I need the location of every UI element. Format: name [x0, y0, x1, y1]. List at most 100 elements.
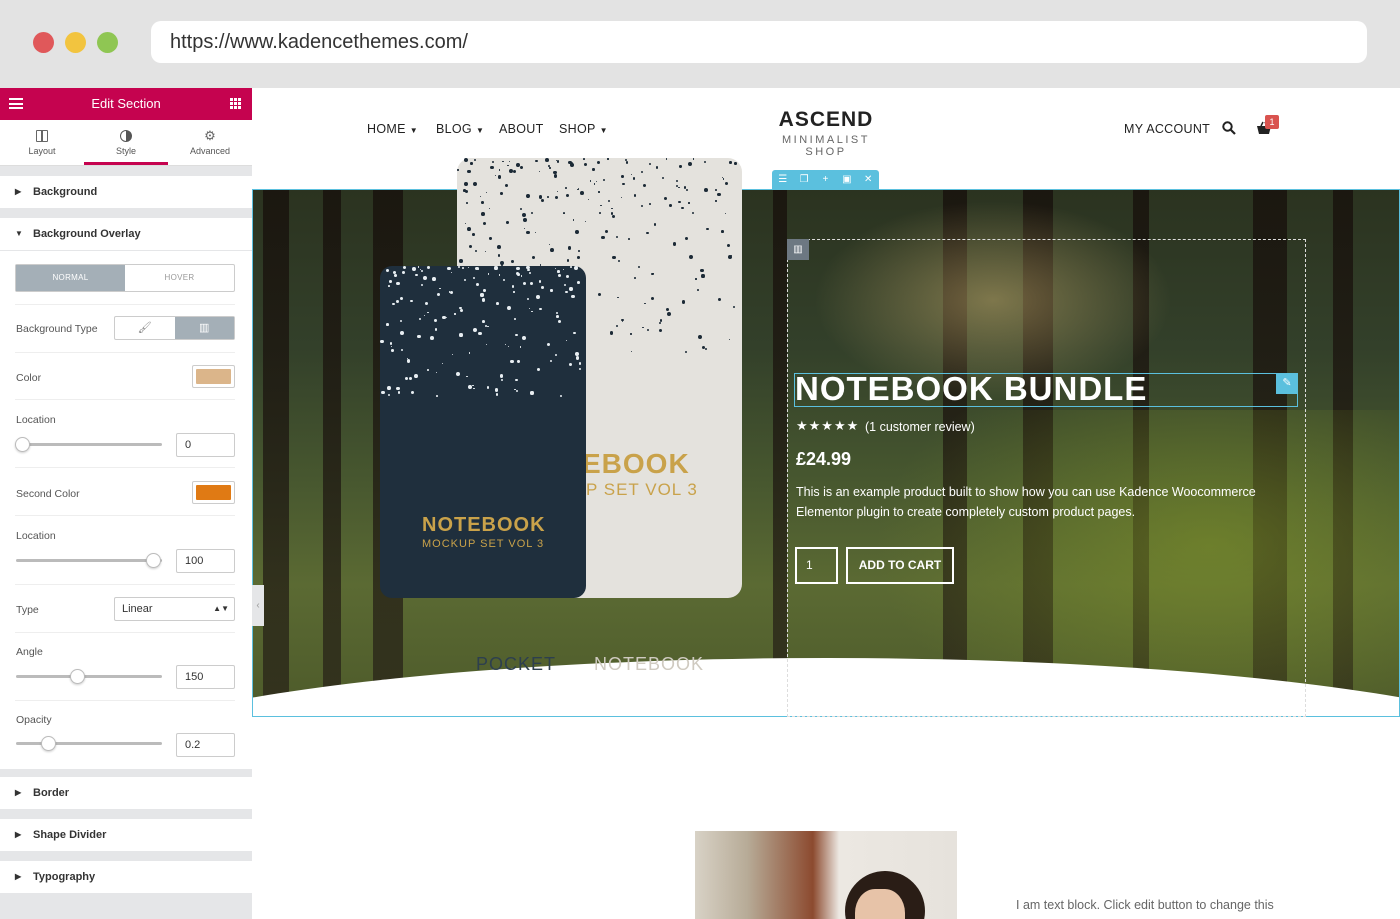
divider	[15, 467, 235, 468]
color-label: Color	[16, 372, 42, 384]
opacity-label: Opacity	[16, 714, 52, 726]
maximize-window-button[interactable]	[97, 32, 118, 53]
review-link[interactable]: (1 customer review)	[865, 420, 975, 434]
state-toggle: NORMAL HOVER	[15, 264, 235, 292]
gradient-icon[interactable]: ▥	[174, 317, 234, 339]
speckle-dot	[565, 291, 568, 294]
nav-my-account[interactable]: MY ACCOUNT	[1124, 122, 1210, 136]
speckle-dot	[557, 270, 560, 273]
minimize-window-button[interactable]	[65, 32, 86, 53]
speckle-dot	[631, 351, 633, 353]
type-select[interactable]: Linear ▲▼	[114, 597, 235, 621]
speckle-dot	[396, 386, 400, 391]
speckle-dot	[536, 295, 541, 299]
edit-section-icon[interactable]: ☰	[776, 174, 790, 185]
speckle-dot	[474, 250, 477, 252]
product-description: This is an example product built to show…	[796, 485, 1256, 519]
speckle-dot	[539, 171, 541, 173]
speckle-dot	[630, 333, 632, 335]
speckle-dot	[481, 298, 486, 302]
angle-slider[interactable]	[16, 669, 162, 684]
speckle-dot	[459, 259, 463, 264]
section-shape-divider[interactable]: ▶ Shape Divider	[0, 819, 252, 851]
quantity-input[interactable]: 1	[795, 547, 838, 584]
slider-handle[interactable]	[15, 437, 30, 452]
speckle-dot	[540, 285, 544, 289]
widgets-grid-icon[interactable]	[230, 98, 241, 109]
column-handle-icon[interactable]: ▥	[787, 239, 809, 260]
divider	[15, 632, 235, 633]
speckle-dot	[535, 231, 537, 233]
speckle-dot	[621, 175, 624, 178]
speckle-dot	[423, 276, 428, 281]
nav-blog[interactable]: BLOG ▼	[436, 122, 484, 136]
speckle-dot	[611, 207, 613, 210]
site-logo[interactable]: ASCEND MINIMALIST SHOP	[761, 108, 891, 158]
slider-handle[interactable]	[70, 669, 86, 684]
hover-tab[interactable]: HOVER	[125, 265, 234, 291]
add-icon[interactable]: +	[818, 174, 832, 185]
location-input[interactable]: 0	[176, 433, 235, 457]
speckle-dot	[573, 331, 576, 335]
second-color-picker[interactable]	[192, 481, 235, 504]
section-background[interactable]: ▶ Background	[0, 176, 252, 208]
speckle-dot	[434, 327, 438, 331]
close-window-button[interactable]	[33, 32, 54, 53]
nav-about[interactable]: ABOUT	[499, 122, 544, 136]
slider-handle[interactable]	[146, 553, 161, 568]
section-background-overlay[interactable]: ▼ Background Overlay	[0, 218, 252, 250]
speckle-dot	[695, 278, 697, 280]
speckle-dot	[478, 331, 482, 336]
speckle-dot	[389, 280, 392, 283]
search-icon[interactable]	[1222, 121, 1236, 135]
section-typography-label: Typography	[33, 871, 96, 883]
classic-brush-icon[interactable]: 🖌	[115, 317, 175, 339]
speckle-dot	[630, 173, 632, 175]
speckle-dot	[532, 255, 536, 259]
angle-input[interactable]: 150	[176, 665, 235, 689]
speckle-dot	[598, 212, 601, 215]
speckle-dot	[568, 362, 572, 366]
speckle-dot	[401, 271, 405, 275]
add-to-cart-button[interactable]: ADD TO CART	[846, 547, 954, 584]
nav-shop[interactable]: SHOP ▼	[559, 122, 608, 136]
collapse-panel-button[interactable]: ‹	[252, 585, 264, 626]
tab-layout[interactable]: Layout	[0, 120, 84, 165]
normal-tab[interactable]: NORMAL	[16, 265, 125, 291]
section-border[interactable]: ▶ Border	[0, 777, 252, 809]
second-color-label: Second Color	[16, 488, 80, 500]
close-icon[interactable]: ✕	[861, 174, 875, 185]
speckle-dot	[496, 302, 499, 305]
location-slider[interactable]	[15, 437, 162, 452]
speckle-dot	[649, 163, 652, 166]
save-icon[interactable]: ▣	[840, 174, 854, 185]
speckle-dot	[568, 160, 572, 164]
nav-home[interactable]: HOME ▼	[367, 122, 418, 136]
address-bar[interactable]: https://www.kadencethemes.com/	[151, 21, 1367, 63]
color-picker[interactable]	[192, 365, 235, 388]
product-title[interactable]: NOTEBOOK BUNDLE	[795, 370, 1147, 408]
tab-advanced[interactable]: ⚙ Advanced	[168, 120, 252, 165]
location2-input[interactable]: 100	[176, 549, 235, 573]
speckle-dot	[672, 242, 677, 246]
rating-stars: ★★★★★	[796, 418, 860, 433]
divider	[15, 352, 235, 353]
speckle-dot	[481, 201, 485, 205]
column-outline[interactable]	[787, 239, 1306, 717]
panel-header: Edit Section	[0, 88, 252, 120]
color-swatch	[196, 369, 231, 384]
section-typography[interactable]: ▶ Typography	[0, 861, 252, 893]
opacity-slider[interactable]	[16, 736, 162, 751]
section-border-label: Border	[33, 787, 70, 799]
speckle-dot	[666, 307, 670, 312]
pencil-icon[interactable]: ✎	[1276, 373, 1298, 394]
tab-style[interactable]: Style	[84, 120, 168, 165]
speckle-dot	[502, 279, 506, 282]
location2-slider[interactable]	[16, 553, 162, 568]
speckle-dot	[526, 266, 530, 270]
duplicate-icon[interactable]: ❐	[797, 174, 811, 185]
notebook-front-subtitle: MOCKUP SET VOL 3	[422, 538, 545, 550]
speckle-dot	[538, 279, 542, 283]
slider-handle[interactable]	[41, 736, 57, 751]
opacity-input[interactable]: 0.2	[176, 733, 235, 757]
